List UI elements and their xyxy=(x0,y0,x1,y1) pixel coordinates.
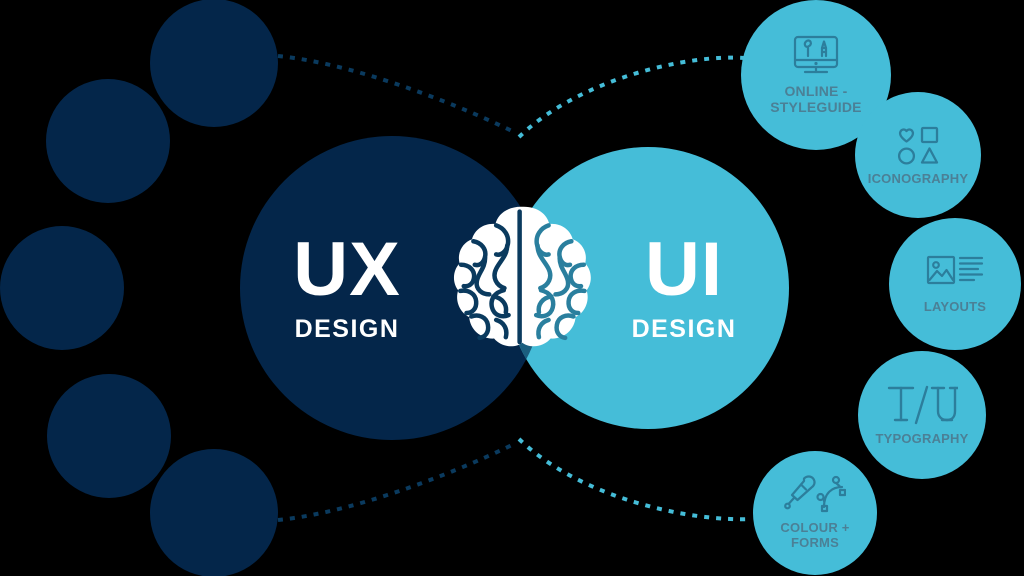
eyedropper-bezier-icon xyxy=(784,475,847,515)
decorative-circle-2 xyxy=(46,79,170,203)
ux-subtitle: DESIGN xyxy=(294,315,400,343)
chip-colour-forms[interactable]: COLOUR + FORMS xyxy=(753,451,877,575)
dotted-arc-bottom-left xyxy=(277,441,517,522)
shapes-heart-square-circle-triangle-icon xyxy=(895,124,941,166)
chip-label-typography: TYPOGRAPHY xyxy=(875,430,969,446)
chip-iconography[interactable]: ICONOGRAPHY xyxy=(855,92,981,218)
ux-core-label: UX DESIGN xyxy=(262,232,432,342)
chip-label-iconography: ICONOGRAPHY xyxy=(867,170,969,186)
chip-label-layouts: LAYOUTS xyxy=(923,298,987,314)
dotted-arc-top-left xyxy=(277,54,517,135)
infographic-canvas: UX DESIGN UI DESIGN ONLINE - STYLEGUIDE xyxy=(0,0,1024,576)
ui-title: UI xyxy=(645,227,723,312)
dotted-arc-bottom-right xyxy=(517,437,753,522)
ui-core-label: UI DESIGN xyxy=(614,232,754,342)
chip-layouts[interactable]: LAYOUTS xyxy=(889,218,1021,350)
chip-label-colour-forms: COLOUR + FORMS xyxy=(780,520,850,550)
decorative-circle-3 xyxy=(0,226,124,350)
monitor-brush-pencil-icon xyxy=(791,34,841,78)
decorative-circle-5 xyxy=(150,449,278,576)
ui-subtitle: DESIGN xyxy=(631,315,737,343)
left-decorative-circles xyxy=(0,0,278,576)
decorative-circle-1 xyxy=(150,0,278,127)
chip-label-online-styleguide: ONLINE - STYLEGUIDE xyxy=(770,83,862,115)
ux-title: UX xyxy=(293,227,401,312)
decorative-circle-4 xyxy=(47,374,171,498)
chip-typography[interactable]: TYPOGRAPHY xyxy=(858,351,986,479)
dotted-arc-top-right xyxy=(517,55,745,139)
type-t-slash-u-icon xyxy=(886,384,960,426)
image-and-textlines-icon xyxy=(926,254,984,294)
